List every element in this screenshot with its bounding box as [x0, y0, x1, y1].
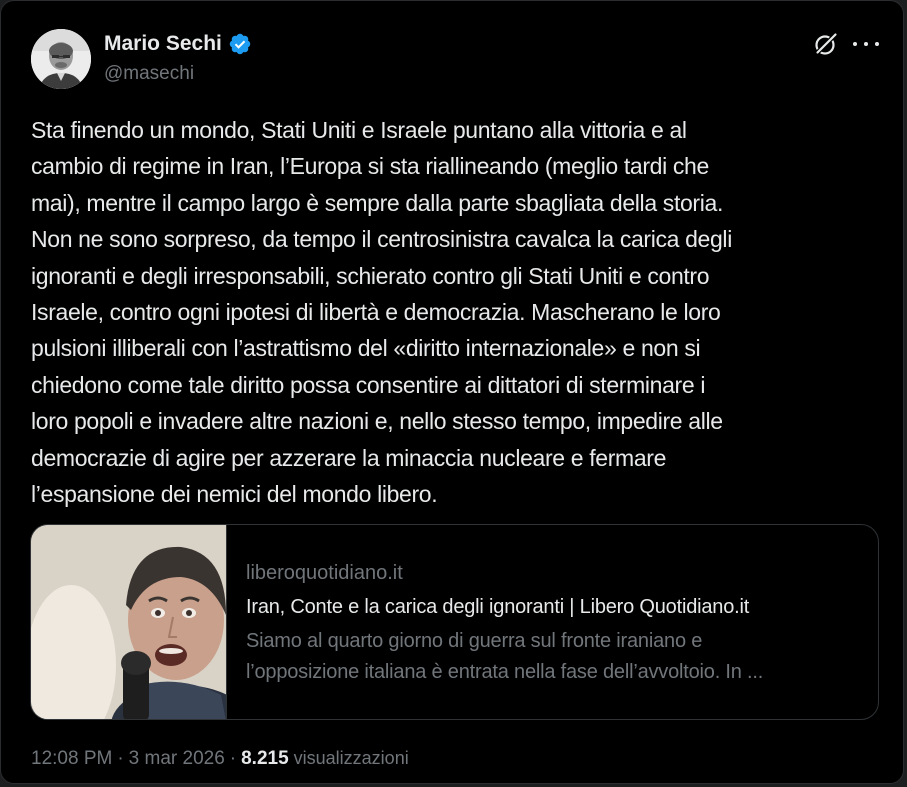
link-title: Iran, Conte e la carica degli ignoranti …: [246, 596, 750, 618]
tweet-line: Non ne sono sorpreso, da tempo il centro…: [31, 226, 732, 253]
card-divider: [226, 525, 227, 719]
author-name-text: Mario Sechi: [104, 32, 222, 55]
author-handle[interactable]: @masechi: [104, 63, 194, 85]
link-preview-image: [31, 525, 226, 719]
grok-icon[interactable]: [813, 31, 839, 57]
tweet-meta: 12:08 PM · 3 mar 2026 · 8.215 visualizza…: [31, 748, 409, 770]
tweet-line: chiedono come tale diritto possa consent…: [31, 371, 706, 398]
meta-separator: ·: [229, 748, 237, 769]
tweet-text: Sta finendo un mondo, Stati Uniti e Isra…: [31, 112, 871, 512]
more-dot: [853, 42, 857, 46]
more-options-icon[interactable]: [851, 33, 881, 55]
tweet-window: Mario Sechi @masechi Sta finendo un mond…: [0, 0, 904, 784]
more-dot: [875, 42, 879, 46]
meta-separator: ·: [117, 748, 124, 769]
tweet-line: cambio di regime in Iran, l’Europa si st…: [31, 153, 709, 180]
tweet-line: Israele, contro ogni ipotesi di libertà …: [31, 299, 721, 326]
author-name[interactable]: Mario Sechi: [104, 32, 252, 56]
link-preview-card[interactable]: liberoquotidiano.it Iran, Conte e la car…: [30, 524, 879, 720]
verified-badge-icon: [229, 33, 251, 55]
link-domain: liberoquotidiano.it: [246, 562, 403, 584]
tweet-line: pulsioni illiberali con l’astrattismo de…: [31, 335, 701, 362]
more-dot: [864, 42, 868, 46]
tweet-time[interactable]: 12:08 PM: [31, 748, 112, 770]
views-count[interactable]: 8.215: [241, 748, 289, 770]
link-description-line: l’opposizione italiana è entrata nella f…: [246, 661, 764, 683]
tweet-line: Sta finendo un mondo, Stati Uniti e Isra…: [31, 117, 687, 143]
link-description-line: Siamo al quarto giorno di guerra sul fro…: [246, 630, 703, 652]
tweet-line: mai), mentre il campo largo è sempre dal…: [31, 189, 723, 216]
tweet-line: loro popoli e invadere altre nazioni e, …: [31, 408, 723, 435]
link-description: Siamo al quarto giorno di guerra sul fro…: [246, 626, 866, 688]
tweet-line: l’espansione dei nemici del mondo libero…: [31, 481, 438, 508]
tweet-line: democrazie di agire per azzerare la mina…: [31, 444, 667, 471]
views-label: visualizzazioni: [293, 748, 409, 768]
avatar[interactable]: [31, 29, 91, 89]
tweet-date[interactable]: 3 mar 2026: [129, 748, 225, 770]
tweet-line: ignoranti e degli irresponsabili, schier…: [31, 262, 710, 289]
